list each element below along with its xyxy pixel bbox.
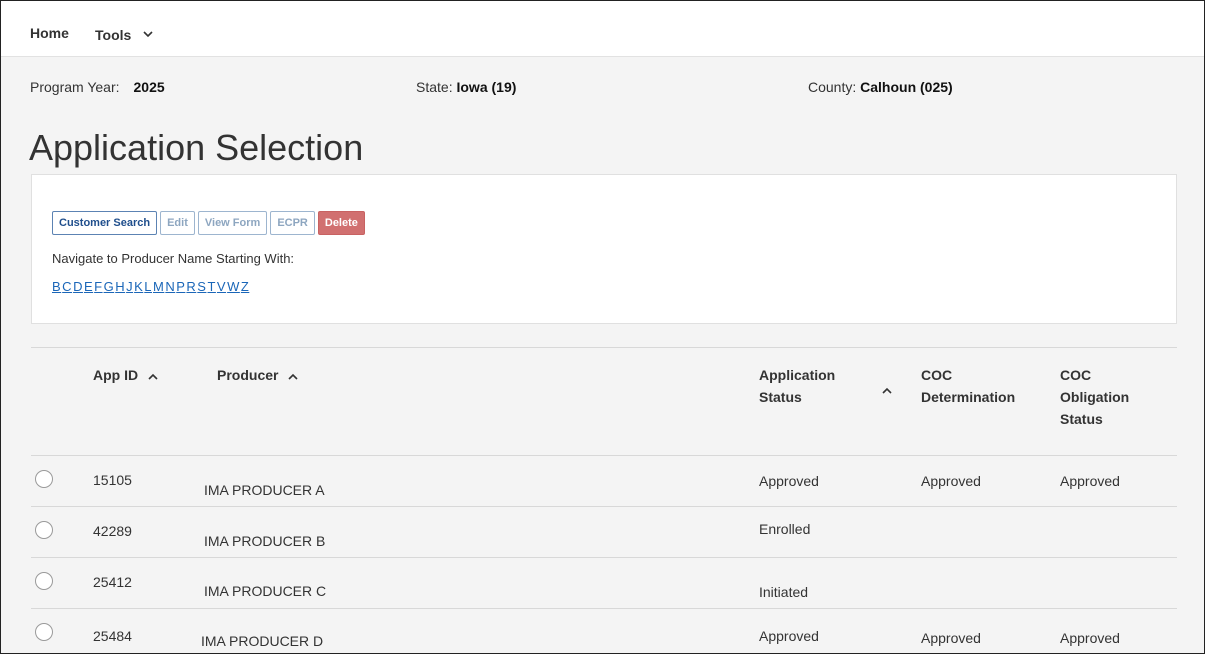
col-coc-det-line1: COC: [921, 367, 953, 383]
state-value: Iowa (19): [456, 79, 517, 95]
letter-link-z[interactable]: Z: [241, 279, 249, 294]
row-radio[interactable]: [35, 623, 53, 641]
col-app-status-line1: Application: [759, 367, 836, 383]
letter-link-c[interactable]: C: [62, 279, 72, 294]
nav-tools-menu[interactable]: Tools: [95, 25, 153, 43]
table-row[interactable]: 25412 IMA PRODUCER C Initiated: [31, 557, 1177, 609]
cell-coc-obl: Approved: [1060, 473, 1120, 489]
county: County: Calhoun (025): [808, 79, 953, 95]
cell-producer: IMA PRODUCER A: [204, 482, 325, 498]
cell-app-id: 42289: [93, 523, 132, 539]
letter-link-m[interactable]: M: [153, 279, 164, 294]
nav-tools-label: Tools: [95, 27, 132, 43]
col-coc-obl-line3: Status: [1060, 411, 1103, 427]
program-year-label: Program Year:: [30, 79, 120, 95]
sort-up-icon: [284, 367, 298, 383]
cell-app-id: 15105: [93, 472, 132, 488]
row-radio[interactable]: [35, 470, 53, 488]
cell-app-id: 25484: [93, 628, 132, 644]
letter-link-p[interactable]: P: [176, 279, 185, 294]
col-producer[interactable]: Producer: [217, 364, 298, 386]
letter-link-l[interactable]: L: [144, 279, 152, 294]
col-app-status[interactable]: Application Status: [759, 364, 835, 408]
cell-app-id: 25412: [93, 574, 132, 590]
table-row[interactable]: 15105 IMA PRODUCER A Approved Approved A…: [31, 455, 1177, 507]
col-coc-obligation[interactable]: COC Obligation Status: [1060, 364, 1129, 430]
cell-coc-det: Approved: [921, 473, 981, 489]
col-coc-obl-line1: COC: [1060, 367, 1092, 383]
cell-coc-obl: Approved: [1060, 630, 1120, 646]
chevron-down-icon: [143, 25, 153, 41]
ecpr-button[interactable]: ECPR: [270, 211, 315, 235]
letter-link-v[interactable]: V: [217, 279, 226, 294]
state-label: State:: [416, 79, 453, 95]
col-producer-label: Producer: [217, 367, 279, 383]
letter-links: BCDEFGHJKLMNPRSTVWZ: [52, 279, 250, 294]
letter-link-h[interactable]: H: [115, 279, 125, 294]
cell-status: Approved: [759, 628, 819, 644]
program-year: Program Year: 2025: [30, 79, 165, 95]
letter-link-j[interactable]: J: [126, 279, 133, 294]
sort-up-icon: [144, 367, 158, 383]
navigate-label: Navigate to Producer Name Starting With:: [52, 251, 295, 266]
county-value: Calhoun (025): [860, 79, 953, 95]
page-title: Application Selection: [29, 127, 364, 168]
app-frame: Home Tools Program Year: 2025 State: Iowa…: [0, 0, 1205, 654]
col-coc-det-line2: Determination: [921, 389, 1016, 405]
actions-panel: Customer Search Edit View Form ECPR Dele…: [31, 174, 1177, 324]
col-app-id[interactable]: App ID: [93, 364, 158, 386]
letter-link-t[interactable]: T: [207, 279, 215, 294]
letter-link-e[interactable]: E: [84, 279, 93, 294]
letter-link-d[interactable]: D: [73, 279, 83, 294]
program-year-value: 2025: [133, 79, 165, 95]
col-app-id-label: App ID: [93, 367, 139, 383]
top-nav: Home Tools: [1, 1, 1204, 57]
letter-link-w[interactable]: W: [227, 279, 240, 294]
applications-table: App ID Producer Application Status COC D…: [31, 347, 1177, 649]
cell-producer: IMA PRODUCER B: [204, 533, 326, 549]
col-app-status-line2: Status: [759, 389, 802, 405]
app-status-sort-icon[interactable]: [882, 382, 892, 397]
letter-link-r[interactable]: R: [186, 279, 196, 294]
customer-search-button[interactable]: Customer Search: [52, 211, 158, 235]
letter-link-f[interactable]: F: [94, 279, 102, 294]
letter-link-n[interactable]: N: [165, 279, 175, 294]
edit-button[interactable]: Edit: [160, 211, 195, 235]
letter-link-g[interactable]: G: [104, 279, 115, 294]
cell-status: Enrolled: [759, 521, 811, 537]
letter-link-b[interactable]: B: [52, 279, 61, 294]
col-coc-determination[interactable]: COC Determination: [921, 364, 1015, 408]
letter-link-s[interactable]: S: [197, 279, 206, 294]
cell-coc-det: Approved: [921, 630, 981, 646]
row-radio[interactable]: [35, 572, 53, 590]
cell-status: Initiated: [759, 584, 809, 600]
cell-producer: IMA PRODUCER C: [204, 583, 327, 599]
nav-home-link[interactable]: Home: [30, 25, 69, 41]
row-radio[interactable]: [35, 521, 53, 539]
col-coc-obl-line2: Obligation: [1060, 389, 1130, 405]
delete-button[interactable]: Delete: [317, 211, 365, 235]
table-row[interactable]: 25484 IMA PRODUCER D Approved Approved A…: [31, 608, 1177, 653]
toolbar: Customer Search Edit View Form ECPR Dele…: [52, 211, 365, 235]
letter-link-k[interactable]: K: [134, 279, 143, 294]
table-row[interactable]: 42289 IMA PRODUCER B Enrolled: [31, 506, 1177, 558]
county-label: County:: [808, 79, 857, 95]
cell-status: Approved: [759, 473, 819, 489]
view-form-button[interactable]: View Form: [197, 211, 268, 235]
state: State: Iowa (19): [416, 79, 516, 95]
cell-producer: IMA PRODUCER D: [201, 633, 324, 649]
